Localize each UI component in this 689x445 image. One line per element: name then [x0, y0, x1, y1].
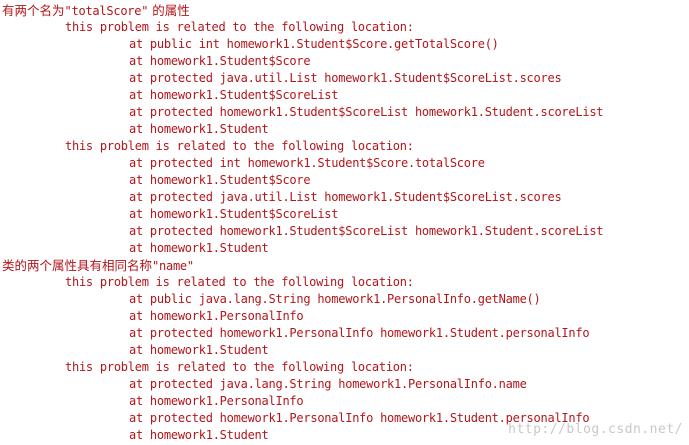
- watermark: http://blog.csdn.net/: [508, 422, 683, 437]
- stack-frame: at protected int homework1.Student$Score…: [129, 156, 485, 170]
- problem-label: this problem is related to the following…: [65, 20, 414, 34]
- stack-frame: at homework1.Student: [129, 122, 269, 136]
- stack-frame: at protected homework1.PersonalInfo home…: [129, 326, 590, 340]
- stack-frame: at protected homework1.Student$ScoreList…: [129, 105, 604, 119]
- stack-frame: at homework1.Student$Score: [129, 54, 311, 68]
- stack-frame: at protected homework1.Student$ScoreList…: [129, 224, 604, 238]
- stack-frame: at homework1.Student$Score: [129, 173, 311, 187]
- problem-label: this problem is related to the following…: [65, 139, 414, 153]
- error-heading-attribute: "totalScore": [64, 4, 149, 18]
- stack-frame: at public int homework1.Student$Score.ge…: [129, 37, 499, 51]
- error-heading-prefix: 类的两个属性具有相同名称: [2, 258, 153, 273]
- console-output: 有两个名为"totalScore" 的属性 this problem is re…: [0, 0, 689, 445]
- error-heading: 有两个名为"totalScore" 的属性: [0, 2, 689, 19]
- stack-frame: at protected java.lang.String homework1.…: [129, 377, 527, 391]
- stack-frame: at protected java.util.List homework1.St…: [129, 71, 562, 85]
- stack-frame: at homework1.Student$ScoreList: [129, 207, 339, 221]
- stack-frame: at homework1.Student$ScoreList: [129, 88, 339, 102]
- error-heading-prefix: 有两个名为: [2, 3, 65, 18]
- stack-frame: at homework1.PersonalInfo: [129, 309, 304, 323]
- stack-frame: at homework1.PersonalInfo: [129, 394, 304, 408]
- stack-frame: at public java.lang.String homework1.Per…: [129, 292, 541, 306]
- error-heading-suffix: 的属性: [148, 3, 190, 18]
- error-heading-attribute: "name": [152, 259, 194, 273]
- error-heading: 类的两个属性具有相同名称"name": [0, 257, 689, 274]
- problem-label: this problem is related to the following…: [65, 360, 414, 374]
- stack-frame: at protected java.util.List homework1.St…: [129, 190, 562, 204]
- stack-frame: at homework1.Student: [129, 241, 269, 255]
- stack-frame: at homework1.Student: [129, 343, 269, 357]
- problem-label: this problem is related to the following…: [65, 275, 414, 289]
